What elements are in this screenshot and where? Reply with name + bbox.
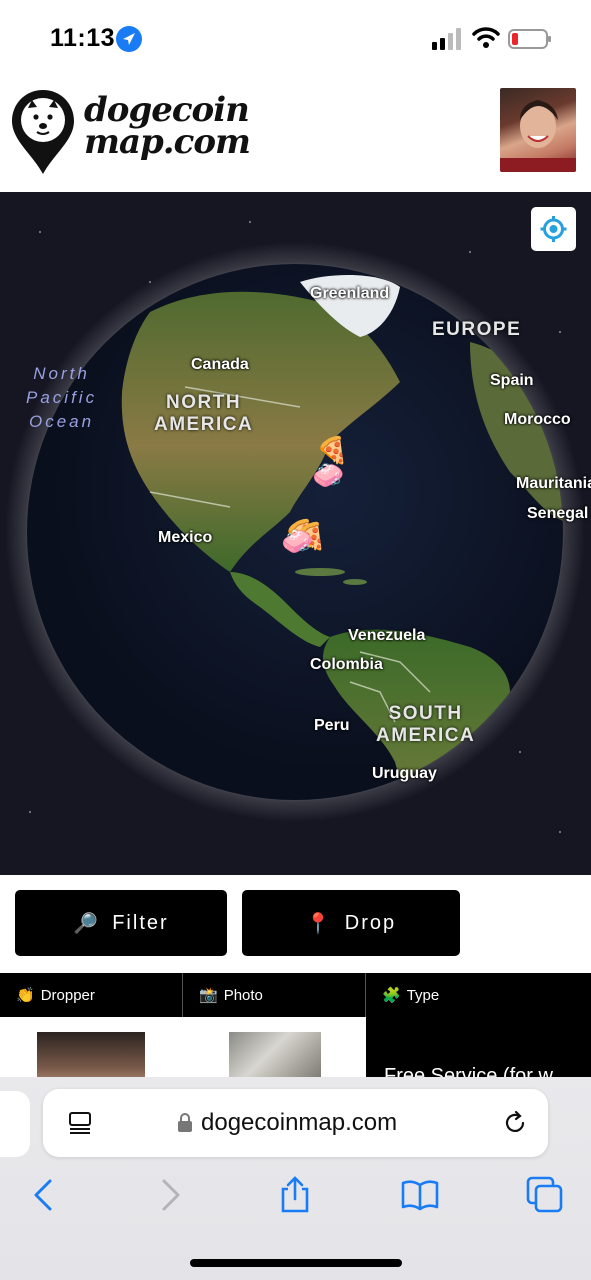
column-header-photo[interactable]: 📸 Photo [183,973,366,1017]
region-south-america: SOUTH AMERICA [376,703,476,746]
globe-map[interactable]: North Pacific Ocean NORTH AMERICA SOUTH … [0,192,591,875]
status-bar: 11:13 [0,0,591,80]
map-label-mexico: Mexico [158,529,213,546]
drop-button-label: Drop [344,911,397,934]
tabs-icon[interactable] [525,1175,565,1215]
doge-pin-icon[interactable] [10,88,76,176]
cellular-signal-icon [432,28,461,50]
share-icon[interactable] [275,1175,315,1215]
column-label: Type [406,986,440,1004]
site-header: dogecoin map.com [0,80,591,192]
battery-low-icon [508,29,551,49]
locate-button[interactable] [531,207,576,251]
puzzle-piece-icon: 🧩 [382,987,401,1004]
pushpin-icon: 📍 [305,912,333,935]
map-label-colombia: Colombia [310,656,383,673]
wifi-icon [472,27,500,48]
ocean-label: North Pacific Ocean [26,364,98,431]
lock-icon [178,1113,192,1132]
bookmarks-icon[interactable] [400,1175,440,1215]
drop-button[interactable]: 📍 Drop [242,890,460,956]
clapping-hands-icon: 👏 [16,987,35,1004]
reload-icon[interactable] [501,1109,529,1137]
map-label-spain: Spain [490,372,534,389]
map-label-mauritania: Mauritania [516,475,591,492]
column-header-dropper[interactable]: 👏 Dropper [0,973,183,1017]
column-label: Photo [223,986,263,1004]
location-arrow-icon [116,26,142,52]
camera-flash-icon: 📸 [199,987,218,1004]
map-label-greenland: Greenland [310,285,390,302]
previous-tab-peek[interactable] [0,1091,30,1157]
map-label-senegal: Senegal [527,505,589,522]
logo-line-2: map.com [84,122,251,162]
map-label-uruguay: Uruguay [372,765,437,782]
filter-button-label: Filter [112,911,169,934]
column-header-type[interactable]: 🧩 Type [366,973,591,1017]
soap-icon[interactable]: 🧼 [281,528,313,554]
region-europe: EUROPE [432,319,522,340]
site-logo-text[interactable]: dogecoin map.com [84,93,251,162]
drops-table: 👏 Dropper 📸 Photo 🧩 Type Free Service (f… [0,973,591,1092]
browser-toolbar: dogecoinmap.com [0,1077,591,1280]
filter-button[interactable]: 🔎 Filter [15,890,227,956]
map-label-morocco: Morocco [504,411,571,428]
url-text: dogecoinmap.com [201,1109,398,1136]
address-bar[interactable]: dogecoinmap.com [43,1089,548,1157]
map-label-peru: Peru [314,717,350,734]
status-time: 11:13 [50,24,116,52]
locate-icon [540,216,567,242]
back-icon[interactable] [24,1175,64,1215]
user-avatar[interactable] [500,88,576,172]
map-label-canada: Canada [191,356,249,373]
column-label: Dropper [40,986,95,1004]
region-north-america: NORTH AMERICA [154,392,254,435]
forward-icon[interactable] [150,1175,190,1215]
magnifier-icon: 🔎 [73,912,101,935]
map-label-venezuela: Venezuela [348,627,426,644]
soap-icon[interactable]: 🧼 [312,462,344,488]
home-indicator [190,1259,402,1267]
reader-icon[interactable] [67,1110,93,1136]
